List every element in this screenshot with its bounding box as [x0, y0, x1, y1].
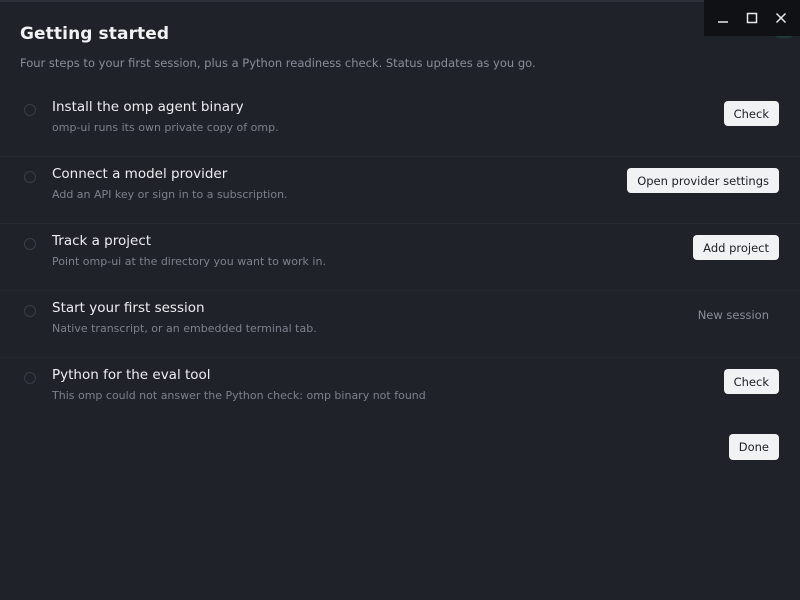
open-provider-settings-button[interactable]: Open provider settings [627, 168, 779, 193]
add-project-button[interactable]: Add project [693, 235, 779, 260]
check-python-button[interactable]: Check [723, 369, 779, 394]
step-description: omp-ui runs its own private copy of omp. [52, 121, 279, 134]
step-description: Native transcript, or an embedded termin… [52, 322, 317, 335]
steps-list: Install the omp agent binary omp-ui runs… [0, 90, 800, 425]
page-title: Getting started [20, 24, 170, 44]
page-subtitle: Four steps to your first session, plus a… [20, 56, 536, 70]
step-install-binary: Install the omp agent binary omp-ui runs… [0, 90, 800, 157]
step-description: Point omp-ui at the directory you want t… [52, 255, 326, 268]
maximize-button[interactable] [740, 6, 764, 30]
window-top-border [0, 0, 800, 2]
new-session-button[interactable]: New session [688, 302, 779, 327]
step-title: Connect a model provider [52, 166, 228, 182]
maximize-icon [746, 12, 758, 24]
step-description: This omp could not answer the Python che… [52, 389, 426, 402]
step-title: Track a project [52, 233, 152, 249]
step-first-session: Start your first session Native transcri… [0, 291, 800, 358]
step-title: Python for the eval tool [52, 367, 211, 383]
header: Getting started Four steps to your first… [20, 24, 536, 70]
step-status-circle-icon [24, 171, 36, 183]
step-status-circle-icon [24, 238, 36, 250]
step-title: Start your first session [52, 300, 205, 316]
minimize-button[interactable] [711, 6, 735, 30]
step-status-circle-icon [24, 104, 36, 116]
step-track-project: Track a project Point omp-ui at the dire… [0, 224, 800, 291]
window-controls [704, 0, 800, 36]
step-connect-provider: Connect a model provider Add an API key … [0, 157, 800, 224]
getting-started-window: Getting started Four steps to your first… [0, 0, 800, 600]
minimize-icon [717, 21, 728, 23]
step-title: Install the omp agent binary [52, 99, 244, 115]
close-icon [776, 12, 787, 24]
check-binary-button[interactable]: Check [723, 101, 779, 126]
step-python-eval: Python for the eval tool This omp could … [0, 358, 800, 425]
step-status-circle-icon [24, 305, 36, 317]
close-button[interactable] [769, 6, 793, 30]
step-description: Add an API key or sign in to a subscript… [52, 188, 288, 201]
step-status-circle-icon [24, 372, 36, 384]
done-button[interactable]: Done [728, 434, 779, 460]
